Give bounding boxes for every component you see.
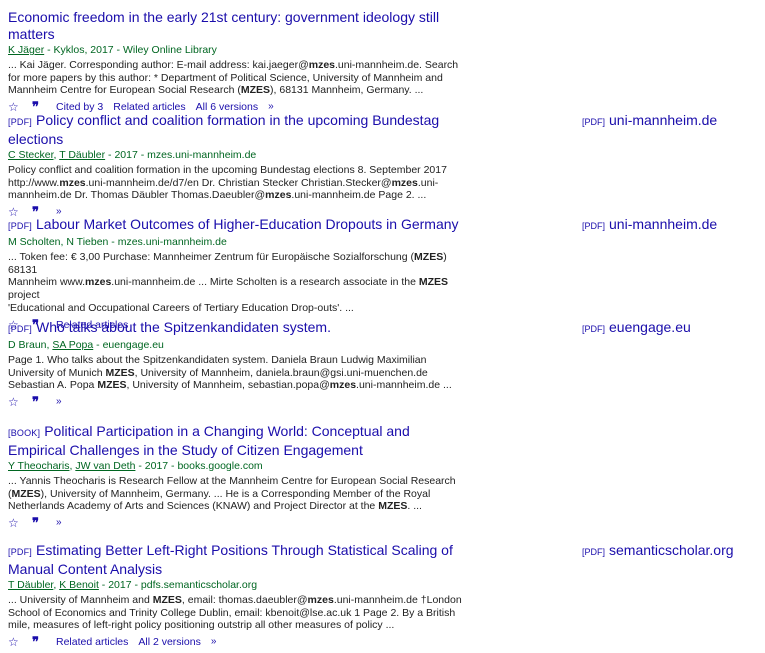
related-articles-link[interactable]: Related articles bbox=[56, 635, 128, 649]
result-meta: C Stecker, T Däubler - 2017 - mzes.uni-m… bbox=[8, 149, 257, 161]
chevron-double-icon[interactable]: » bbox=[56, 516, 70, 530]
author-link[interactable]: Y Theocharis bbox=[8, 460, 69, 472]
side-pdf-link[interactable]: [PDF] euengage.eu bbox=[582, 319, 691, 338]
result-2: [PDF] Policy conflict and coalition forma… bbox=[8, 112, 468, 219]
star-icon[interactable]: ☆ bbox=[8, 395, 22, 409]
result-3: [PDF] Labour Market Outcomes of Higher-Ed… bbox=[8, 216, 468, 332]
result-title[interactable]: [PDF] Who talks about the Spitzenkandidat… bbox=[8, 319, 468, 338]
result-5: [BOOK] Political Participation in a Chang… bbox=[8, 423, 468, 530]
result-actions: ☆ ❞ » bbox=[8, 395, 468, 410]
result-type-tag: [PDF] bbox=[8, 324, 33, 334]
result-snippet: ... University of Mannheim and MZES, ema… bbox=[8, 594, 462, 632]
result-type-tag: [PDF] bbox=[8, 117, 33, 127]
result-title[interactable]: [PDF] Labour Market Outcomes of Higher-Ed… bbox=[8, 216, 468, 235]
result-meta: T Däubler, K Benoit - 2017 - pdfs.semant… bbox=[8, 579, 258, 591]
quote-icon[interactable]: ❞ bbox=[32, 635, 46, 649]
quote-icon[interactable]: ❞ bbox=[32, 395, 46, 409]
result-title[interactable]: [BOOK] Political Participation in a Chang… bbox=[8, 423, 468, 459]
result-snippet: ... Token fee: € 3,00 Purchase: Mannheim… bbox=[8, 251, 449, 314]
result-type-tag: [BOOK] bbox=[8, 428, 41, 438]
result-actions: ☆ ❞ Related articles All 2 versions » bbox=[8, 635, 468, 650]
star-icon[interactable]: ☆ bbox=[8, 635, 22, 649]
all-versions-link[interactable]: All 2 versions bbox=[138, 635, 200, 649]
author-link[interactable]: JW van Deth bbox=[75, 460, 135, 472]
result-type-tag: [PDF] bbox=[8, 221, 33, 231]
side-pdf-link[interactable]: [PDF] uni-mannheim.de bbox=[582, 216, 717, 235]
result-1: Economic freedom in the early 21st centu… bbox=[8, 9, 468, 114]
result-actions: ☆ ❞ » bbox=[8, 516, 468, 531]
result-meta: Y Theocharis, JW van Deth - 2017 - books… bbox=[8, 460, 263, 472]
side-pdf-link[interactable]: [PDF] uni-mannheim.de bbox=[582, 112, 717, 131]
result-4: [PDF] Who talks about the Spitzenkandidat… bbox=[8, 319, 468, 409]
author-link[interactable]: C Stecker bbox=[8, 149, 54, 161]
quote-icon[interactable]: ❞ bbox=[32, 516, 46, 530]
result-snippet: Page 1. Who talks about the Spitzenkandi… bbox=[8, 354, 452, 392]
result-meta: M Scholten, N Tieben - mzes.uni-mannheim… bbox=[8, 236, 227, 248]
result-meta: D Braun, SA Popa - euengage.eu bbox=[8, 339, 164, 351]
result-type-tag: [PDF] bbox=[8, 547, 33, 557]
author-link[interactable]: SA Popa bbox=[52, 339, 93, 351]
result-6: [PDF] Estimating Better Left-Right Positi… bbox=[8, 542, 468, 649]
author-link[interactable]: K Jäger bbox=[8, 44, 44, 56]
side-pdf-link[interactable]: [PDF] semanticscholar.org bbox=[582, 542, 734, 561]
author-link[interactable]: T Däubler bbox=[8, 579, 53, 591]
result-title[interactable]: [PDF] Estimating Better Left-Right Positi… bbox=[8, 542, 468, 578]
result-title[interactable]: [PDF] Policy conflict and coalition forma… bbox=[8, 112, 468, 148]
author-link[interactable]: T Däubler bbox=[59, 149, 105, 161]
result-snippet: Policy conflict and coalition formation … bbox=[8, 164, 447, 202]
result-meta: K Jäger - Kyklos, 2017 - Wiley Online Li… bbox=[8, 44, 217, 56]
result-snippet: ... Kai Jäger. Corresponding author: E-m… bbox=[8, 59, 459, 97]
author-link[interactable]: K Benoit bbox=[59, 579, 99, 591]
chevron-double-icon[interactable]: » bbox=[211, 635, 225, 649]
result-title[interactable]: Economic freedom in the early 21st centu… bbox=[8, 9, 468, 43]
chevron-double-icon[interactable]: » bbox=[56, 395, 70, 409]
star-icon[interactable]: ☆ bbox=[8, 516, 22, 530]
result-snippet: ... Yannis Theocharis is Research Fellow… bbox=[8, 475, 456, 513]
